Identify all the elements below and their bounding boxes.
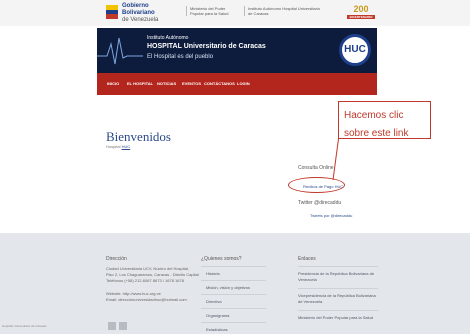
footer-link-vicepresidencia[interactable]: Vicepresidencia de la República Bolivari… — [298, 293, 378, 305]
divider — [298, 266, 378, 267]
footer-link-historia[interactable]: Historia — [206, 271, 220, 276]
twitter-feed-link[interactable]: Tweets por @direcaddu — [310, 213, 352, 218]
copyright-note: Hospital Universitario de Caracas — [2, 324, 47, 328]
footer-link-mision[interactable]: Misión, visión y objetivos — [206, 285, 250, 290]
footer-link-organigrama[interactable]: Organigrama — [206, 313, 229, 318]
callout-box: Hacemos clic sobre este link — [338, 101, 431, 139]
divider — [201, 308, 266, 309]
recibos-de-pago-link[interactable]: Recibos de Pago HUC — [303, 184, 343, 189]
footer-link-presidencia[interactable]: Presidencia de la República Bolivariana … — [298, 271, 378, 283]
callout-line2: sobre este link — [344, 128, 409, 139]
facebook-icon[interactable] — [108, 322, 116, 330]
divider — [298, 288, 378, 289]
footer-direccion-title: Dirección — [106, 256, 127, 262]
divider — [201, 294, 266, 295]
divider — [298, 310, 378, 311]
divider — [201, 280, 266, 281]
callout-line1: Hacemos clic — [344, 110, 404, 121]
footer-enlaces-title: Enlaces — [298, 256, 316, 262]
footer-address: Ciudad Universitaria UCV, Núcleo del Hos… — [106, 266, 199, 283]
divider — [201, 322, 266, 323]
footer-quienes-somos-title: ¿Quienes somos? — [201, 256, 242, 262]
footer-link-estadisticas[interactable]: Estadísticas — [206, 327, 228, 332]
consulta-online-title: Consulta Online — [298, 165, 334, 171]
footer: Dirección Ciudad Universitaria UCV, Núcl… — [0, 233, 470, 334]
divider — [201, 266, 266, 267]
footer-link-directiva[interactable]: Directiva — [206, 299, 222, 304]
footer-contact: Website: http://www.huc.org.ve Email: di… — [106, 291, 187, 302]
footer-link-ministerio[interactable]: Ministerio del Poder Popular para la Sal… — [298, 315, 378, 320]
twitter-icon[interactable] — [119, 322, 127, 330]
twitter-title: Twitter @direcaddu — [298, 200, 342, 206]
